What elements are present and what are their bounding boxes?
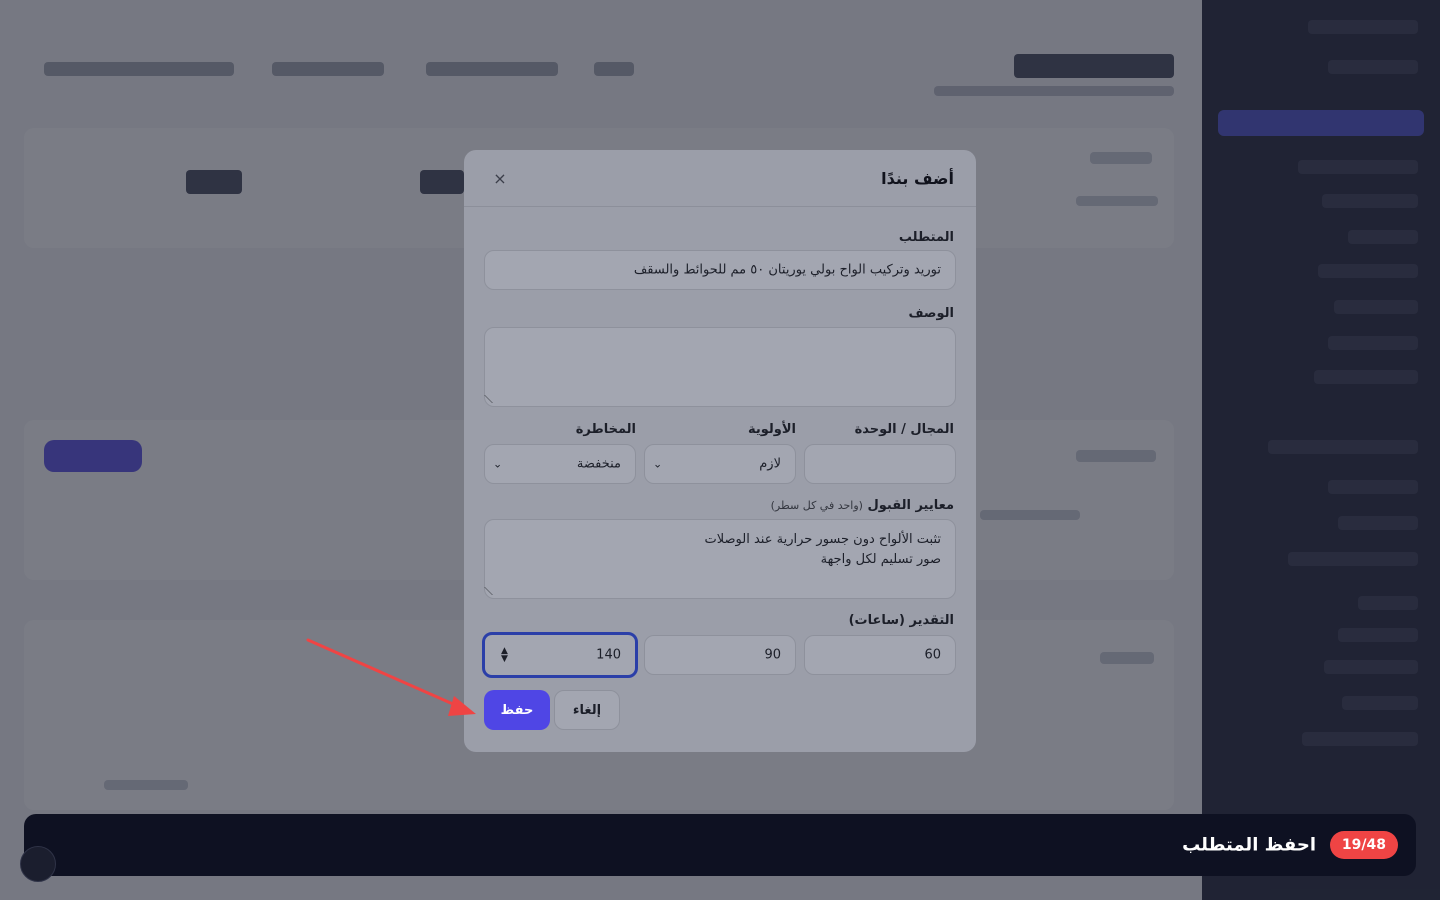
- chevron-down-icon: ⌄: [493, 457, 503, 471]
- acceptance-textarea[interactable]: تثبت الألواح دون جسور حرارية عند الوصلات…: [484, 519, 956, 599]
- instruction-text: احفظ المتطلب: [1182, 834, 1316, 856]
- risk-label: المخاطرة: [575, 422, 636, 437]
- requirement-input[interactable]: توريد وتركيب الواح بولي يوريتان ٥٠ مم لل…: [484, 250, 956, 290]
- estimate-value-1: 60: [924, 647, 941, 663]
- dialog-title: أضف بندًا: [881, 168, 954, 188]
- resize-handle-icon[interactable]: [484, 395, 500, 403]
- priority-select[interactable]: لازم ⌄: [644, 444, 796, 484]
- requirement-label: المتطلب: [898, 230, 954, 245]
- priority-label: الأولوية: [747, 422, 796, 437]
- requirement-value: توريد وتركيب الواح بولي يوريتان ٥٠ مم لل…: [633, 262, 941, 278]
- save-button[interactable]: حفظ: [484, 690, 550, 730]
- help-icon[interactable]: [20, 846, 56, 882]
- close-icon[interactable]: ×: [486, 164, 514, 192]
- description-textarea[interactable]: [484, 327, 956, 407]
- estimate-input-1[interactable]: 60: [804, 635, 956, 675]
- estimate-label: التقدير (ساعات): [848, 613, 954, 628]
- step-progress-badge: 19/48: [1329, 831, 1398, 859]
- dialog-header: أضف بندًا ×: [464, 150, 976, 207]
- estimate-input-3[interactable]: 140 ▲ ▼: [482, 632, 638, 678]
- acceptance-lines: تثبت الألواح دون جسور حرارية عند الوصلات…: [705, 530, 941, 570]
- estimate-value-3: 140: [596, 647, 621, 663]
- add-item-dialog: أضف بندًا × المتطلب توريد وتركيب الواح ب…: [464, 150, 976, 752]
- number-stepper-icon[interactable]: ▲ ▼: [501, 647, 508, 664]
- acceptance-line: صور تسليم لكل واجهة: [820, 552, 941, 567]
- resize-handle-icon[interactable]: [484, 587, 500, 595]
- domain-label: المجال / الوحدة: [854, 422, 954, 437]
- acceptance-line: تثبت الألواح دون جسور حرارية عند الوصلات: [704, 532, 941, 547]
- estimate-value-2: 90: [764, 647, 781, 663]
- acceptance-hint: (واحد في كل سطر): [770, 499, 863, 512]
- domain-input[interactable]: [804, 444, 956, 484]
- acceptance-label-text: معايير القبول: [867, 498, 955, 513]
- priority-value: لازم: [759, 456, 781, 472]
- cancel-button[interactable]: إلغاء: [554, 690, 620, 730]
- instruction-banner: 19/48 احفظ المتطلب: [24, 814, 1416, 876]
- acceptance-label: معايير القبول (واحد في كل سطر): [771, 498, 954, 513]
- chevron-down-icon: ⌄: [653, 457, 663, 471]
- risk-value: منخفضة: [576, 456, 621, 472]
- estimate-input-2[interactable]: 90: [644, 635, 796, 675]
- description-label: الوصف: [908, 306, 954, 321]
- risk-select[interactable]: منخفضة ⌄: [484, 444, 636, 484]
